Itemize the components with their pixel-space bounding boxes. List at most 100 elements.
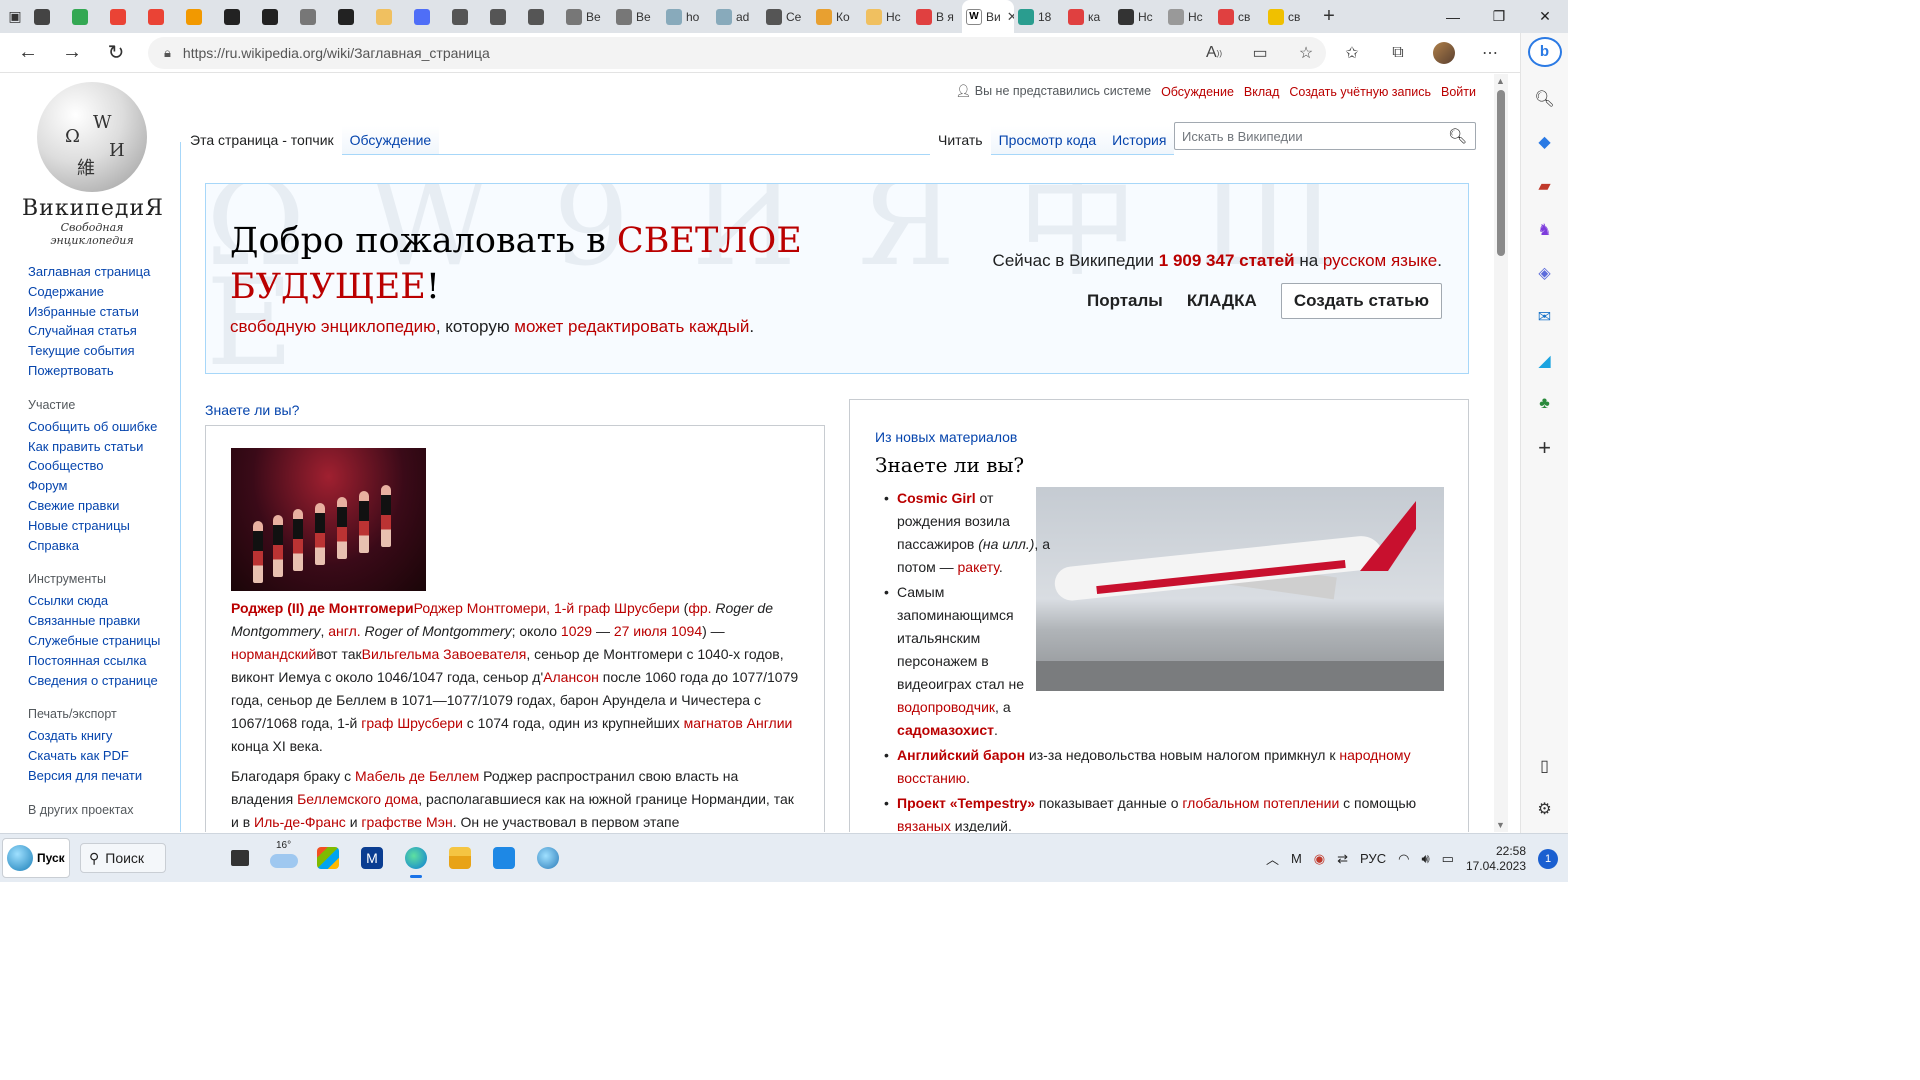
sidebar-item-participation-6[interactable]: Справка bbox=[28, 536, 178, 556]
sidebar-item-main-1[interactable]: Содержание bbox=[28, 282, 178, 302]
browser-tab[interactable] bbox=[30, 0, 68, 33]
volume-icon[interactable]: 🔊︎ bbox=[1421, 851, 1429, 867]
sidebar-item-print-2[interactable]: Версия для печати bbox=[28, 766, 178, 786]
scroll-down-icon[interactable]: ▼ bbox=[1496, 820, 1505, 830]
tray-app-icon[interactable]: M bbox=[1291, 851, 1302, 866]
browser-tab[interactable]: св bbox=[1214, 0, 1264, 33]
sidebar-item-tools-3[interactable]: Постоянная ссылка bbox=[28, 651, 178, 671]
tab-view-source[interactable]: Просмотр кода bbox=[990, 126, 1105, 155]
ile-de-france-link[interactable]: Иль-де-Франс bbox=[254, 814, 346, 830]
browser-tab[interactable] bbox=[182, 0, 220, 33]
microsoft365-icon[interactable]: ◈ bbox=[1529, 259, 1561, 287]
russian-language-link[interactable]: русском языке bbox=[1323, 251, 1437, 270]
sidebar-item-tools-1[interactable]: Связанные правки bbox=[28, 611, 178, 631]
portals-link[interactable]: Порталы bbox=[1087, 291, 1163, 311]
close-window-button[interactable]: ✕ bbox=[1522, 0, 1568, 33]
sidebar-item-main-4[interactable]: Текущие события bbox=[28, 341, 178, 361]
shopping-tag-icon[interactable]: ◆ bbox=[1529, 129, 1561, 157]
minimize-button[interactable]: — bbox=[1430, 0, 1476, 33]
weather-widget[interactable]: 16° bbox=[262, 836, 306, 880]
notification-badge[interactable]: 1 bbox=[1538, 848, 1558, 869]
tray-transfer-icon[interactable]: ⇄ bbox=[1337, 851, 1348, 867]
collections-icon[interactable]: ⧉ bbox=[1382, 39, 1414, 67]
browser-tab-active[interactable]: W Ви ✕ bbox=[962, 0, 1014, 33]
cosmic-girl-link[interactable]: Cosmic Girl bbox=[897, 490, 976, 506]
browser-tab[interactable] bbox=[486, 0, 524, 33]
knitted-link[interactable]: вязаных bbox=[897, 818, 951, 832]
wifi-icon[interactable]: ◠ bbox=[1398, 851, 1409, 867]
browser-tab[interactable] bbox=[68, 0, 106, 33]
start-button[interactable]: Пуск bbox=[2, 838, 70, 878]
reload-button[interactable]: ↻ bbox=[94, 35, 138, 71]
sadomasochist-link[interactable]: садомазохист bbox=[897, 722, 994, 738]
new-materials-link[interactable]: Из новых материалов bbox=[875, 429, 1017, 445]
browser-tab[interactable] bbox=[334, 0, 372, 33]
browser-tab[interactable] bbox=[106, 0, 144, 33]
drop-icon[interactable]: ◢ bbox=[1529, 347, 1561, 375]
browser-tab[interactable]: Нс bbox=[862, 0, 912, 33]
plumber-link[interactable]: водопроводчик bbox=[897, 699, 995, 715]
sidebar-item-participation-2[interactable]: Сообщество bbox=[28, 456, 178, 476]
global-warming-link[interactable]: глобальном потеплении bbox=[1182, 795, 1339, 811]
tab-history[interactable]: История bbox=[1104, 126, 1175, 155]
split-screen-icon[interactable]: ▯ bbox=[1529, 752, 1561, 780]
add-favorite-icon[interactable]: ☆ bbox=[1290, 39, 1322, 67]
edge-browser-icon[interactable] bbox=[394, 836, 438, 880]
tree-icon[interactable]: ♣ bbox=[1529, 390, 1561, 418]
sidebar-item-tools-2[interactable]: Служебные страницы bbox=[28, 631, 178, 651]
left-section-title[interactable]: Знаете ли вы? bbox=[205, 402, 299, 418]
url-field[interactable]: 🔒︎ https://ru.wikipedia.org/wiki/Заглавн… bbox=[148, 37, 1326, 69]
article-count-link[interactable]: 1 909 347 статей bbox=[1159, 251, 1295, 270]
vscode-icon[interactable] bbox=[482, 836, 526, 880]
browser-tab[interactable]: Нс bbox=[1114, 0, 1164, 33]
lang-fr-link[interactable]: фр. bbox=[688, 600, 711, 616]
rocket-link[interactable]: ракету bbox=[958, 559, 999, 575]
sidebar-item-participation-5[interactable]: Новые страницы bbox=[28, 516, 178, 536]
create-article-button[interactable]: Создать статью bbox=[1280, 283, 1442, 319]
back-button[interactable]: ← bbox=[6, 35, 50, 71]
forward-button[interactable]: → bbox=[50, 35, 94, 71]
belleme-house-link[interactable]: Беллемского дома bbox=[297, 791, 418, 807]
tab-page[interactable]: Эта страница - топчик bbox=[182, 126, 342, 155]
sidebar-item-tools-0[interactable]: Ссылки сюда bbox=[28, 591, 178, 611]
lang-en-link[interactable]: англ. bbox=[328, 623, 360, 639]
create-account-link[interactable]: Создать учётную запись bbox=[1289, 85, 1431, 99]
mabel-link[interactable]: Мабель де Беллем bbox=[355, 768, 479, 784]
browser-tab[interactable]: Се bbox=[762, 0, 812, 33]
outlook-icon[interactable]: ✉ bbox=[1529, 303, 1561, 331]
page-scrollbar[interactable]: ▲ ▼ bbox=[1494, 74, 1508, 832]
sidebar-item-print-0[interactable]: Создать книгу bbox=[28, 726, 178, 746]
article-title-link[interactable]: Роджер Монтгомери, 1-й граф Шрусбери bbox=[414, 600, 680, 616]
browser-tab[interactable] bbox=[410, 0, 448, 33]
tray-network-alert-icon[interactable]: ◉ bbox=[1314, 851, 1325, 867]
new-tab-button[interactable]: + bbox=[1314, 2, 1344, 32]
browser-tab[interactable]: Be bbox=[612, 0, 662, 33]
file-explorer-icon[interactable] bbox=[438, 836, 482, 880]
favorites-icon[interactable]: ✩ bbox=[1336, 39, 1368, 67]
globe-app-icon[interactable] bbox=[526, 836, 570, 880]
task-view-icon[interactable] bbox=[218, 836, 262, 880]
browser-tab[interactable]: ка bbox=[1064, 0, 1114, 33]
tab-read[interactable]: Читать bbox=[930, 126, 991, 155]
browser-tab[interactable]: 18 bbox=[1014, 0, 1064, 33]
profile-avatar[interactable] bbox=[1428, 39, 1460, 67]
read-aloud-icon[interactable]: A)) bbox=[1198, 39, 1230, 67]
add-sidebar-app-icon[interactable]: + bbox=[1529, 434, 1561, 462]
william-link[interactable]: Вильгельма Завоевателя bbox=[362, 646, 527, 662]
sidebar-item-main-0[interactable]: Заглавная страница bbox=[28, 262, 178, 282]
browser-tab[interactable] bbox=[296, 0, 334, 33]
concert-photo[interactable] bbox=[231, 448, 426, 591]
tab-discussion[interactable]: Обсуждение bbox=[341, 126, 440, 155]
maximize-button[interactable]: ❐ bbox=[1476, 0, 1522, 33]
battery-icon[interactable]: ▭ bbox=[1442, 851, 1454, 867]
search-sidebar-icon[interactable]: 🔍︎ bbox=[1529, 85, 1561, 113]
settings-gear-icon[interactable]: ⚙ bbox=[1529, 795, 1561, 823]
wikipedia-logo[interactable]: Ω W И 維 ВикипедиЯ Свободная энциклопедия bbox=[22, 82, 163, 247]
browser-tab[interactable]: ad bbox=[712, 0, 762, 33]
user-talk-link[interactable]: Обсуждение bbox=[1161, 85, 1234, 99]
games-icon[interactable]: ♞ bbox=[1529, 216, 1561, 244]
browser-tab[interactable]: Ко bbox=[812, 0, 862, 33]
shrewsbury-link[interactable]: граф Шрусбери bbox=[361, 715, 463, 731]
kladka-link[interactable]: КЛАДКА bbox=[1187, 291, 1257, 311]
magnates-link[interactable]: магнатов Англии bbox=[684, 715, 793, 731]
